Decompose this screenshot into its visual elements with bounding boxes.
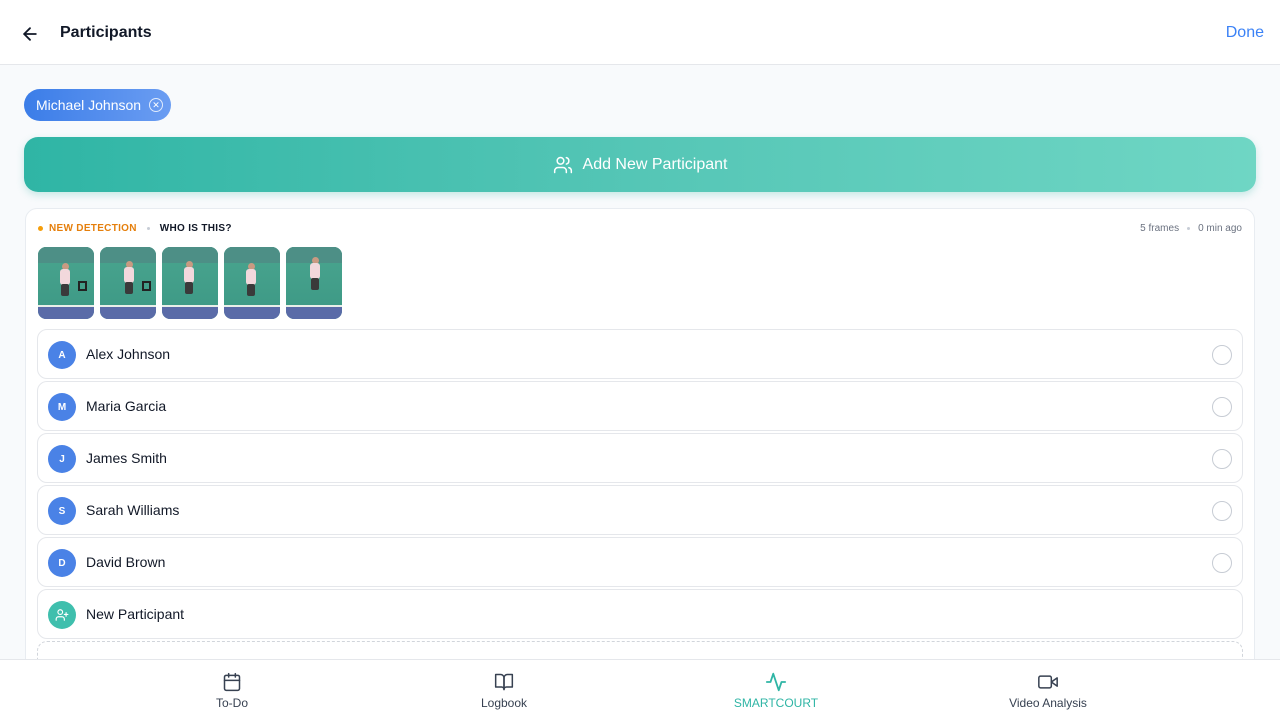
detection-frame-thumbnail[interactable] [38,247,94,319]
avatar: J [48,445,76,473]
separator-dot [1187,226,1191,230]
nav-label: SMARTCOURT [733,696,819,710]
participant-name: David Brown [86,554,166,570]
nav-item-video-analysis[interactable]: Video Analysis [912,660,1184,720]
select-radio[interactable] [1212,345,1232,365]
selected-participant-chip: Michael Johnson ✕ [24,89,172,121]
nav-item-logbook[interactable]: Logbook [368,660,640,720]
participant-list: A Alex Johnson M Maria Garcia J James Sm… [37,329,1243,673]
user-plus-icon [55,609,69,621]
select-radio[interactable] [1212,397,1232,417]
list-item-new-participant[interactable]: New Participant [37,589,1243,639]
detection-frames [38,247,342,319]
frames-count: 5 frames [1140,222,1180,234]
detection-frame-thumbnail[interactable] [224,247,280,319]
list-item-participant[interactable]: M Maria Garcia [37,381,1243,431]
nav-item-smartcourt[interactable]: SMARTCOURT [640,660,912,720]
page-title: Participants [60,24,152,41]
select-radio[interactable] [1212,449,1232,469]
separator-dot [146,226,150,230]
avatar: A [48,341,76,369]
activity-icon [765,672,787,692]
nav-label: To-Do [215,696,248,710]
detection-frame-thumbnail[interactable] [100,247,156,319]
calendar-icon [223,672,241,692]
participant-name: New Participant [86,606,185,622]
list-item-participant[interactable]: J James Smith [37,433,1243,483]
avatar: S [48,497,76,525]
participant-name: James Smith [86,450,167,466]
select-radio[interactable] [1212,553,1232,573]
avatar [48,601,76,629]
status-dot-icon [38,225,43,231]
top-bar: Participants Done [0,0,1280,65]
arrow-left-icon [23,27,37,41]
nav-item-todo[interactable]: To-Do [96,660,368,720]
participant-name: Sarah Williams [86,502,180,518]
avatar: D [48,549,76,577]
select-radio[interactable] [1212,501,1232,521]
video-icon [1038,675,1058,689]
nav-label: Logbook [480,696,528,710]
list-item-participant[interactable]: S Sarah Williams [37,485,1243,535]
detection-label: NEW DETECTION [49,222,137,234]
add-new-participant-button[interactable]: Add New Participant [24,137,1256,192]
add-new-participant-label: Add New Participant [582,155,728,173]
avatar: M [48,393,76,421]
bottom-navigation: To-Do Logbook SMARTCOURT Video Analysis [0,659,1280,720]
book-open-icon [494,673,514,691]
nav-label: Video Analysis [1009,696,1087,710]
participant-name: Alex Johnson [86,346,171,362]
close-icon: ✕ [152,99,160,110]
detection-meta: 5 frames 0 min ago [1140,221,1242,235]
detection-card: NEW DETECTION WHO IS THIS? 5 frames 0 mi… [25,208,1255,678]
list-item-participant[interactable]: D David Brown [37,537,1243,587]
detection-frame-thumbnail[interactable] [286,247,342,319]
detection-frame-thumbnail[interactable] [162,247,218,319]
users-icon [553,156,572,173]
back-button[interactable] [18,22,42,46]
list-item-participant[interactable]: A Alex Johnson [37,329,1243,379]
detection-question: WHO IS THIS? [159,222,232,234]
chip-label: Michael Johnson [36,97,142,113]
participant-name: Maria Garcia [86,398,167,414]
done-button[interactable]: Done [1226,24,1264,42]
detection-header: NEW DETECTION WHO IS THIS? [38,221,232,235]
chip-remove-button[interactable]: ✕ [149,98,164,112]
detection-time: 0 min ago [1198,222,1242,234]
